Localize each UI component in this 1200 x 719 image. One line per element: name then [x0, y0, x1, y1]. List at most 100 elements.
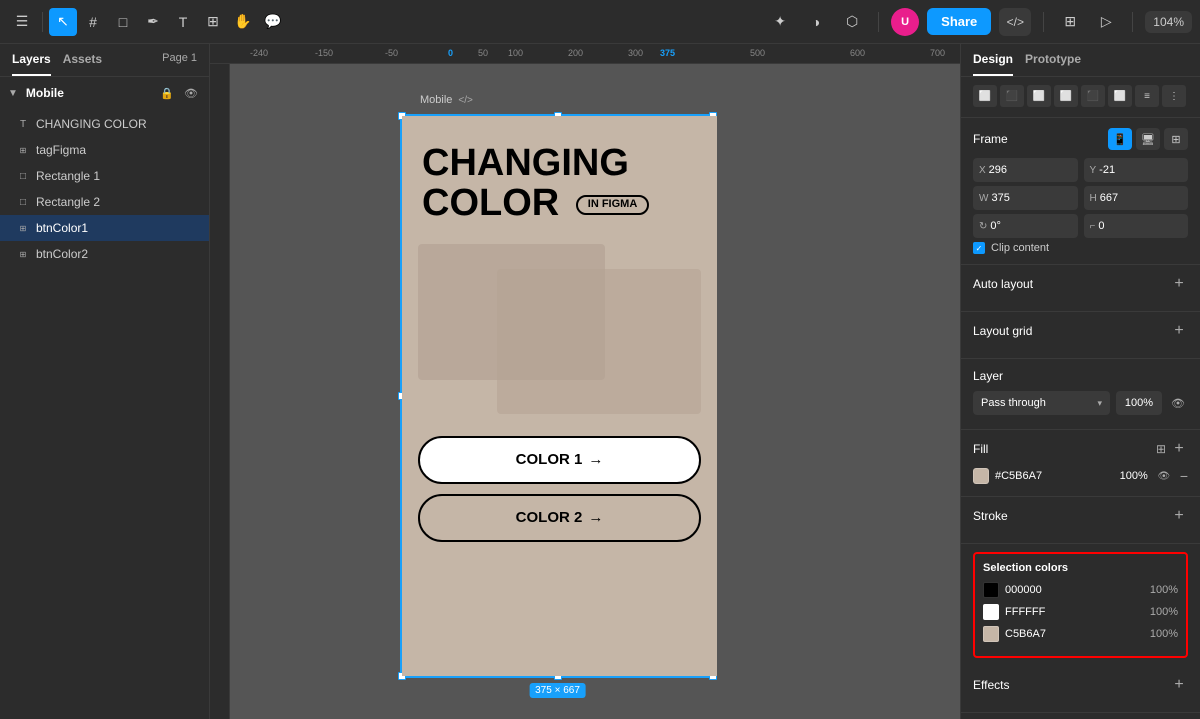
- fill-visibility-btn[interactable]: 👁: [1154, 466, 1174, 486]
- layer-opacity-field[interactable]: 100%: [1116, 391, 1162, 415]
- page-selector[interactable]: Page 1: [162, 52, 197, 76]
- canvas-area[interactable]: -240 -150 -50 0 50 100 200 300 375 500 6…: [210, 44, 960, 719]
- fill-remove-btn[interactable]: −: [1180, 468, 1188, 484]
- stroke-add-btn[interactable]: +: [1170, 507, 1188, 525]
- avatar[interactable]: U: [891, 8, 919, 36]
- btn1-label: COLOR 1: [516, 451, 583, 468]
- distribute-v-btn[interactable]: ⋮: [1162, 85, 1186, 107]
- auto-layout-add-btn[interactable]: +: [1170, 275, 1188, 293]
- auto-layout-section: Auto layout +: [961, 265, 1200, 312]
- stroke-section-title: Stroke: [973, 509, 1170, 523]
- frame-grid-btn[interactable]: ⊞: [1164, 128, 1188, 150]
- play-button[interactable]: ▷: [1092, 8, 1120, 36]
- layer-mode-value: Pass through: [981, 397, 1046, 409]
- fill-opacity-value: 100%: [1112, 470, 1148, 482]
- expand-icon[interactable]: ▼: [8, 88, 18, 99]
- clip-checkbox[interactable]: ✓: [973, 242, 985, 254]
- pen-tool-button[interactable]: ✒: [139, 8, 167, 36]
- selection-colors-box: Selection colors 000000 100% FFFFFF 100%…: [973, 552, 1188, 658]
- btn-color1[interactable]: COLOR 1 →: [418, 436, 701, 484]
- sel-color-opacity-1: 100%: [1150, 606, 1178, 618]
- comment-tool-button[interactable]: 💬: [259, 8, 287, 36]
- plugins-button[interactable]: ⬡: [838, 8, 866, 36]
- h-field[interactable]: H 667: [1084, 186, 1189, 210]
- mobile-layer-header: ▼ Mobile 🔒 👁: [0, 77, 209, 109]
- sel-color-swatch-white[interactable]: [983, 604, 999, 620]
- align-top-btn[interactable]: ⬜: [1054, 85, 1078, 107]
- page-view-button[interactable]: ⊞: [1056, 8, 1084, 36]
- ruler-num: -240: [250, 48, 268, 58]
- y-label: Y: [1090, 165, 1097, 176]
- tab-prototype[interactable]: Prototype: [1025, 52, 1081, 76]
- zoom-control[interactable]: 104%: [1145, 11, 1192, 33]
- layer-mode-row: Pass through ▾ 100% 👁: [973, 391, 1188, 415]
- hand-tool-button[interactable]: ✋: [229, 8, 257, 36]
- effects-add-btn[interactable]: +: [1170, 676, 1188, 694]
- select-tool-button[interactable]: ↖: [49, 8, 77, 36]
- stroke-section: Stroke +: [961, 497, 1200, 544]
- component-layer-icon: ⊞: [16, 250, 30, 259]
- tab-design[interactable]: Design: [973, 52, 1013, 76]
- align-bottom-btn[interactable]: ⬜: [1108, 85, 1132, 107]
- tools-group: ☰ ↖ # □ ✒ T ⊞ ✋ 💬: [8, 8, 287, 36]
- corner-value: 0: [1098, 220, 1104, 232]
- align-center-h-btn[interactable]: ⬛: [1000, 85, 1024, 107]
- layer-item-rect1[interactable]: □ Rectangle 1: [0, 163, 209, 189]
- layer-item-tagfigma[interactable]: ⊞ tagFigma: [0, 137, 209, 163]
- shape-tool-button[interactable]: □: [109, 8, 137, 36]
- x-label: X: [979, 165, 986, 176]
- sep4: [1132, 12, 1133, 32]
- tab-layers[interactable]: Layers: [12, 52, 51, 76]
- visibility-icon-btn[interactable]: 👁: [181, 83, 201, 103]
- layer-item-changing-color[interactable]: T CHANGING COLOR: [0, 111, 209, 137]
- y-field[interactable]: Y -21: [1084, 158, 1189, 182]
- frame-phone-btn[interactable]: 📱: [1108, 128, 1132, 150]
- text-layer-icon: T: [16, 119, 30, 130]
- mobile-title-area: CHANGING COLOR IN FIGMA: [402, 116, 717, 224]
- layout-grid-add-btn[interactable]: +: [1170, 322, 1188, 340]
- sel-color-swatch-black[interactable]: [983, 582, 999, 598]
- export-section: Export +: [961, 713, 1200, 719]
- component-layer-icon: ⊞: [16, 224, 30, 233]
- layer-item-btncolor1[interactable]: ⊞ btnColor1: [0, 215, 209, 241]
- layer-item-rect2[interactable]: □ Rectangle 2: [0, 189, 209, 215]
- tab-assets[interactable]: Assets: [63, 52, 102, 76]
- layer-list: T CHANGING COLOR ⊞ tagFigma □ Rectangle …: [0, 109, 209, 719]
- frame-tool-button[interactable]: #: [79, 8, 107, 36]
- layer-visibility-btn[interactable]: 👁: [1168, 393, 1188, 413]
- mobile-frame-outer: CHANGING COLOR IN FIGMA COLOR 1 →: [400, 114, 715, 678]
- code-button[interactable]: </>: [999, 8, 1031, 36]
- fill-add-btn[interactable]: +: [1170, 440, 1188, 458]
- lock-icon-btn[interactable]: 🔒: [157, 83, 177, 103]
- frame-desktop-btn[interactable]: 🖥: [1136, 128, 1160, 150]
- fill-more-btn[interactable]: ⊞: [1152, 440, 1170, 458]
- x-field[interactable]: X 296: [973, 158, 1078, 182]
- align-left-btn[interactable]: ⬜: [973, 85, 997, 107]
- canvas-content[interactable]: Mobile </>: [230, 64, 960, 719]
- theme-button[interactable]: ◑: [802, 8, 830, 36]
- corner-field[interactable]: ⌐ 0: [1084, 214, 1189, 238]
- fill-color-swatch[interactable]: [973, 468, 989, 484]
- rect-layer-icon: □: [16, 171, 30, 182]
- sel-color-swatch-tan[interactable]: [983, 626, 999, 642]
- layout-grid-section: Layout grid +: [961, 312, 1200, 359]
- btn-color2[interactable]: COLOR 2 →: [418, 494, 701, 542]
- frame-code-icon[interactable]: </>: [458, 95, 472, 106]
- layer-mode-dropdown[interactable]: Pass through ▾: [973, 391, 1110, 415]
- align-center-v-btn[interactable]: ⬛: [1081, 85, 1105, 107]
- constraints-button[interactable]: ✦: [766, 8, 794, 36]
- rotation-field[interactable]: ↻ 0°: [973, 214, 1078, 238]
- sel-color-hex-2: C5B6A7: [1005, 628, 1144, 640]
- w-field[interactable]: W 375: [973, 186, 1078, 210]
- sel-color-row-1: FFFFFF 100%: [983, 604, 1178, 620]
- share-button[interactable]: Share: [927, 8, 991, 35]
- text-tool-button[interactable]: T: [169, 8, 197, 36]
- frame-name-text: Mobile: [420, 94, 452, 106]
- distribute-h-btn[interactable]: ≡: [1135, 85, 1159, 107]
- align-right-btn[interactable]: ⬜: [1027, 85, 1051, 107]
- menu-button[interactable]: ☰: [8, 8, 36, 36]
- layer-item-btncolor2[interactable]: ⊞ btnColor2: [0, 241, 209, 267]
- layout-grid-header: Layout grid +: [973, 322, 1188, 340]
- component-tool-button[interactable]: ⊞: [199, 8, 227, 36]
- align-row: ⬜ ⬛ ⬜ ⬜ ⬛ ⬜ ≡ ⋮: [973, 85, 1188, 107]
